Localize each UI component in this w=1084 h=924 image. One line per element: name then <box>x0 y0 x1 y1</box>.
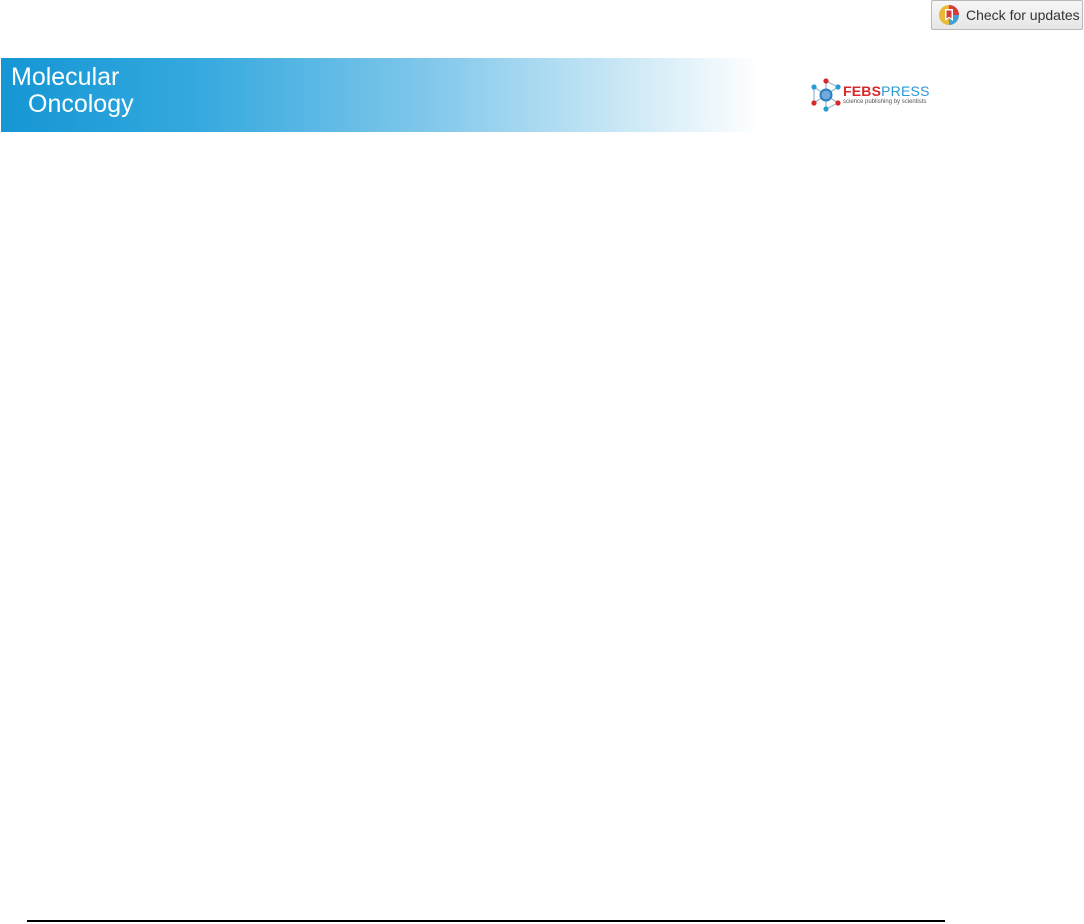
publisher-logo: FEBSPRESS science publishing by scientis… <box>810 78 940 114</box>
check-for-updates-label: Check for updates <box>966 7 1080 23</box>
publisher-name-press: PRESS <box>881 83 930 99</box>
publisher-tagline: science publishing by scientists <box>843 99 927 105</box>
journal-banner: Molecular Oncology <box>1 58 759 132</box>
journal-title: Molecular Oncology <box>11 64 134 118</box>
footer-divider <box>27 920 945 922</box>
journal-title-line2: Oncology <box>28 90 134 118</box>
febs-network-icon <box>810 78 842 112</box>
publisher-name: FEBSPRESS <box>843 84 930 98</box>
check-for-updates-button[interactable]: Check for updates <box>931 0 1083 30</box>
journal-title-line1: Molecular <box>11 63 120 91</box>
publisher-name-febs: FEBS <box>843 83 882 99</box>
crossmark-icon <box>938 4 960 26</box>
